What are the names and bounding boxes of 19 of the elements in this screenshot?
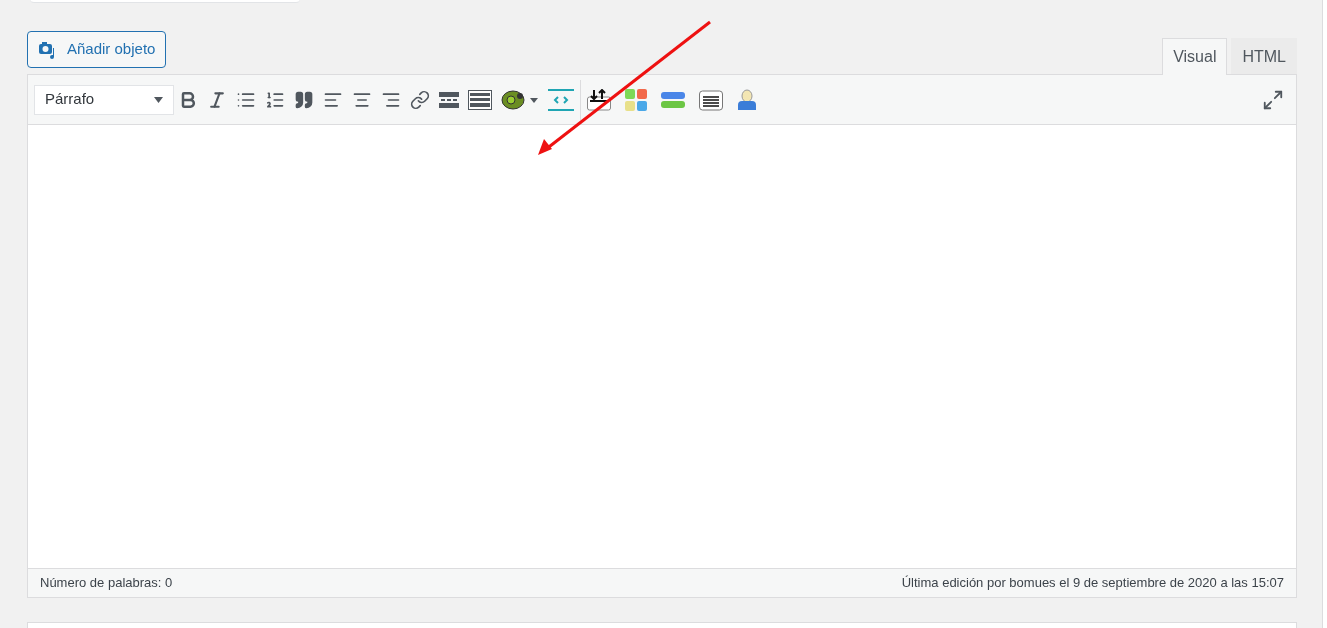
format-select[interactable]: Párrafo xyxy=(34,84,174,115)
quote-icon[interactable] xyxy=(294,89,314,110)
user-icon[interactable] xyxy=(737,88,757,111)
arrows-document-icon[interactable] xyxy=(587,88,611,111)
italic-icon[interactable] xyxy=(207,89,227,110)
keyboard-icon[interactable] xyxy=(468,89,492,110)
link-icon[interactable] xyxy=(410,89,430,110)
read-more-icon[interactable] xyxy=(439,91,459,108)
text-box-icon[interactable] xyxy=(699,88,723,111)
add-media-button[interactable]: Añadir objeto xyxy=(27,31,167,68)
editor-tab[interactable]: HTML xyxy=(1231,38,1297,74)
last-edit-text: Última edición por bomues el 9 de septiembre de 2020 a las 15:07 xyxy=(901,574,1284,593)
fullscreen-icon[interactable] xyxy=(1262,88,1284,111)
stacked-bars-icon[interactable] xyxy=(661,91,685,108)
caret-icon xyxy=(154,96,163,103)
editor-tab[interactable]: Visual xyxy=(1162,38,1228,75)
word-count: Número de palabras: 0 xyxy=(40,574,173,593)
grid-blocks-icon[interactable] xyxy=(625,88,647,111)
code-toggle-icon[interactable] xyxy=(548,88,574,111)
